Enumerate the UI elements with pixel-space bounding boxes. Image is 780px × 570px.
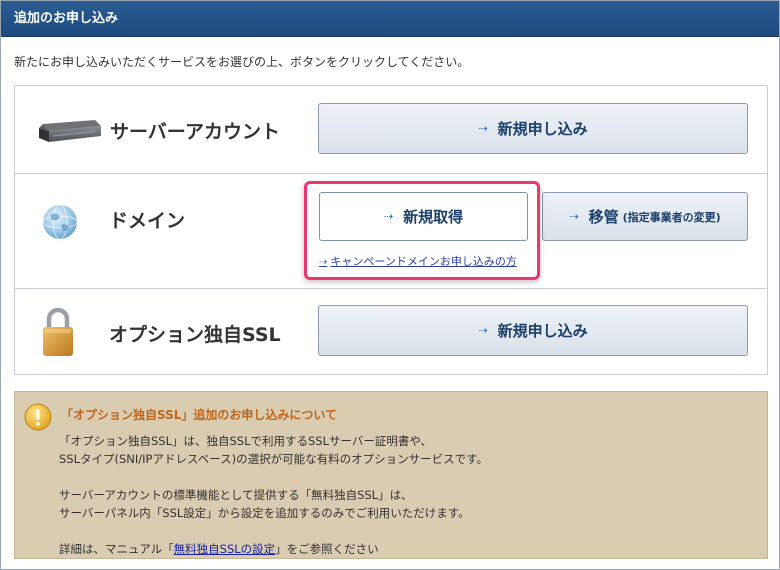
button-sublabel: (指定事業者の変更): [622, 210, 721, 224]
panel-title: 追加のお申し込み: [14, 11, 119, 26]
service-label-server: サーバーアカウント: [110, 121, 281, 143]
globe-icon: [41, 203, 79, 245]
server-icon: [37, 116, 103, 148]
notice-title: 「オプション独自SSL」追加のお申し込みについて: [61, 408, 338, 422]
notice-line: SSLタイプ(SNI/IPアドレスベース)の選択が可能な有料のオプションサービス…: [59, 452, 488, 466]
button-label: 新規申し込み: [497, 120, 588, 138]
arrow-icon: ⇢: [478, 122, 488, 135]
manual-ssl-setting-link[interactable]: 無料独自SSLの設定: [174, 542, 276, 556]
ssl-new-application-button[interactable]: ⇢ 新規申し込み: [318, 305, 748, 356]
arrow-icon: ⇢: [478, 324, 488, 337]
notice-body: 「オプション独自SSL」は、独自SSLで利用するSSLサーバー証明書や、 SSL…: [59, 432, 488, 558]
warning-icon: [23, 402, 53, 436]
arrow-icon: ⇢: [319, 257, 328, 268]
campaign-domain-link[interactable]: ⇢ キャンペーンドメインお申し込みの方: [319, 253, 517, 269]
notice-line: サーバーパネル内「SSL設定」から設定を追加するのみでご利用いただけます。: [59, 506, 470, 520]
ssl-notice-box: 「オプション独自SSL」追加のお申し込みについて 「オプション独自SSL」は、独…: [14, 391, 768, 559]
notice-line: サーバーアカウントの標準機能として提供する「無料独自SSL」は、: [59, 488, 413, 502]
panel-header: 追加のお申し込み: [1, 1, 779, 37]
button-label: 新規申し込み: [497, 322, 588, 340]
button-label: 移管: [588, 208, 619, 226]
server-new-application-button[interactable]: ⇢ 新規申し込み: [318, 103, 748, 154]
arrow-icon: ⇢: [569, 210, 579, 223]
service-label-domain: ドメイン: [109, 210, 186, 232]
service-label-ssl: オプション独自SSL: [109, 324, 281, 346]
link-text: キャンペーンドメインお申し込みの方: [330, 255, 517, 268]
notice-line: 「オプション独自SSL」は、独自SSLで利用するSSLサーバー証明書や、: [59, 434, 433, 448]
domain-transfer-button[interactable]: ⇢ 移管 (指定事業者の変更): [542, 192, 748, 241]
intro-text: 新たにお申し込みいただくサービスをお選びの上、ボタンをクリックしてください。: [14, 55, 470, 69]
padlock-icon: [41, 306, 75, 362]
dialog-frame: 追加のお申し込み 新たにお申し込みいただくサービスをお選びの上、ボタンをクリック…: [0, 0, 780, 570]
service-row-server: サーバーアカウント ⇢ 新規申し込み: [15, 86, 767, 174]
service-row-ssl: オプション独自SSL ⇢ 新規申し込み: [15, 288, 767, 375]
notice-line: 詳細は、マニュアル「無料独自SSLの設定」をご参照ください: [59, 542, 379, 556]
